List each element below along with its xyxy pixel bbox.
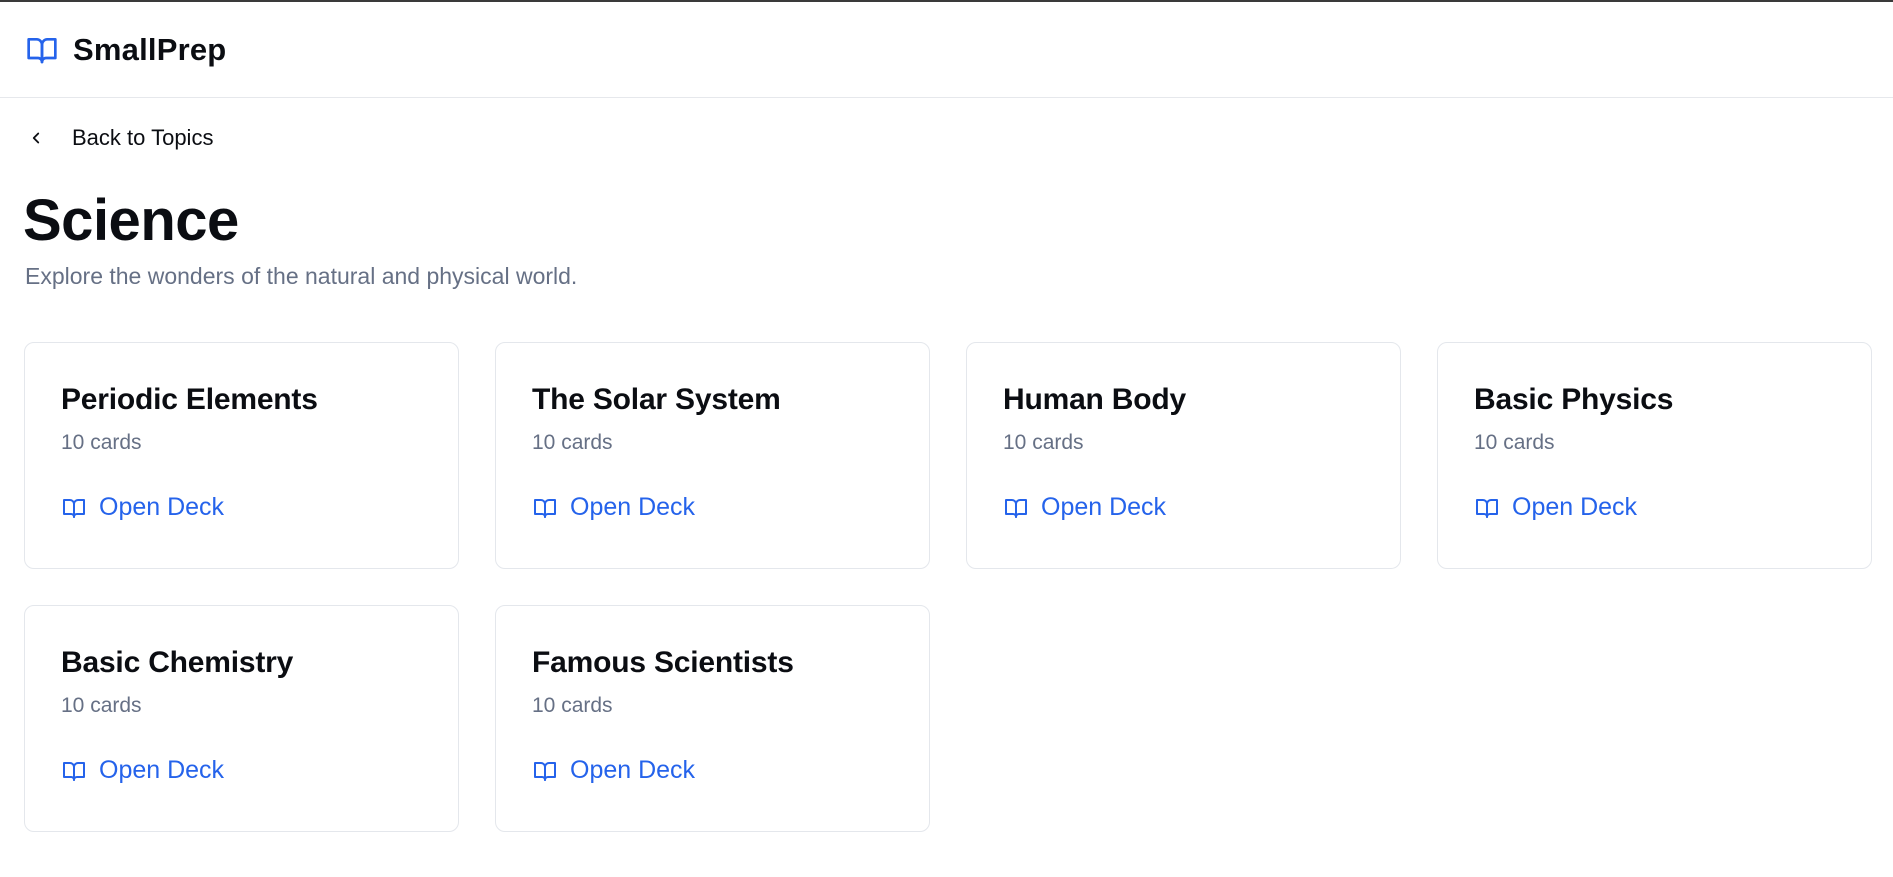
open-deck-button[interactable]: Open Deck xyxy=(532,756,695,785)
open-deck-button[interactable]: Open Deck xyxy=(532,493,695,522)
page-title: Science xyxy=(23,188,239,253)
deck-card-basic-chemistry: Basic Chemistry 10 cards Open Deck xyxy=(24,605,459,832)
deck-card-count: 10 cards xyxy=(532,694,613,717)
open-deck-label: Open Deck xyxy=(99,493,225,521)
deck-card-count: 10 cards xyxy=(61,431,142,454)
deck-card-solar-system: The Solar System 10 cards Open Deck xyxy=(495,342,930,569)
deck-card-count: 10 cards xyxy=(1003,431,1084,454)
book-open-icon xyxy=(532,758,558,784)
book-open-icon xyxy=(1003,495,1029,521)
book-open-icon xyxy=(1474,495,1500,521)
open-deck-label: Open Deck xyxy=(99,756,225,784)
deck-title: Basic Physics xyxy=(1474,383,1674,416)
deck-card-human-body: Human Body 10 cards Open Deck xyxy=(966,342,1401,569)
open-deck-label: Open Deck xyxy=(1041,493,1167,521)
deck-card-famous-scientists: Famous Scientists 10 cards Open Deck xyxy=(495,605,930,832)
chevron-left-icon xyxy=(25,127,47,149)
deck-card-count: 10 cards xyxy=(1474,431,1555,454)
deck-title: Periodic Elements xyxy=(61,383,318,416)
open-deck-button[interactable]: Open Deck xyxy=(1003,493,1166,522)
book-open-icon xyxy=(532,495,558,521)
book-open-icon xyxy=(25,33,59,67)
open-deck-button[interactable]: Open Deck xyxy=(61,493,224,522)
deck-card-count: 10 cards xyxy=(61,694,142,717)
book-open-icon xyxy=(61,495,87,521)
open-deck-label: Open Deck xyxy=(1512,493,1638,521)
open-deck-label: Open Deck xyxy=(570,756,696,784)
deck-card-count: 10 cards xyxy=(532,431,613,454)
deck-grid: Periodic Elements 10 cards Open Deck The… xyxy=(24,342,1873,832)
open-deck-button[interactable]: Open Deck xyxy=(1474,493,1637,522)
open-deck-button[interactable]: Open Deck xyxy=(61,756,224,785)
app-header: SmallPrep xyxy=(0,2,1893,98)
deck-title: Human Body xyxy=(1003,383,1187,416)
deck-card-periodic-elements: Periodic Elements 10 cards Open Deck xyxy=(24,342,459,569)
book-open-icon xyxy=(61,758,87,784)
page-subtitle: Explore the wonders of the natural and p… xyxy=(25,263,578,289)
deck-card-basic-physics: Basic Physics 10 cards Open Deck xyxy=(1437,342,1872,569)
deck-title: Basic Chemistry xyxy=(61,646,294,679)
deck-title: The Solar System xyxy=(532,383,781,416)
deck-title: Famous Scientists xyxy=(532,646,794,679)
back-link-label: Back to Topics xyxy=(72,125,214,150)
back-to-topics-link[interactable]: Back to Topics xyxy=(25,118,213,158)
app-name[interactable]: SmallPrep xyxy=(73,32,226,68)
open-deck-label: Open Deck xyxy=(570,493,696,521)
